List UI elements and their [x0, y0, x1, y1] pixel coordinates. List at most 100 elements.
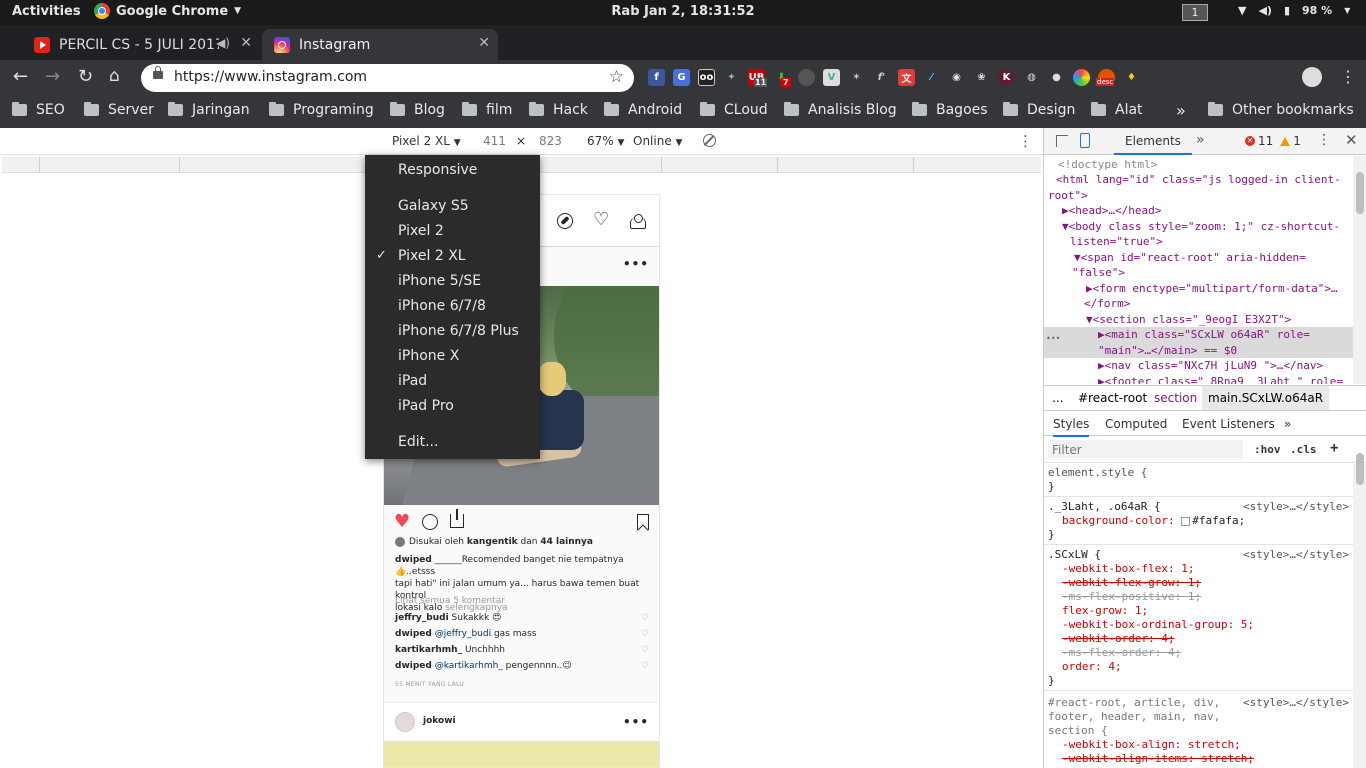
translate-red-extension-icon[interactable]: 文 [898, 69, 915, 86]
compass-icon[interactable] [557, 213, 573, 229]
profile-avatar[interactable] [1302, 67, 1322, 87]
zoom-select[interactable]: 67% ▼ [587, 134, 624, 148]
address-bar[interactable]: https://www.instagram.com ☆ [141, 64, 634, 92]
viewport-height[interactable]: 823 [539, 134, 562, 148]
styles-scrollbar[interactable] [1353, 464, 1366, 768]
bookmark-icon[interactable] [637, 514, 649, 530]
css-property[interactable]: background-color: #fafafa; [1062, 514, 1245, 528]
css-property-overridden[interactable]: -webkit-align-items: stretch; [1062, 752, 1254, 766]
profile-icon[interactable] [630, 214, 646, 229]
spiral-extension-icon[interactable]: ◉ [948, 69, 965, 86]
dom-line[interactable]: ▼<span id="react-root" aria-hidden= [1074, 250, 1306, 266]
css-selector[interactable]: ._3Laht, .o64aR { [1048, 500, 1161, 514]
style-source-link[interactable]: <style>…</style> [1243, 696, 1349, 710]
css-property[interactable]: -webkit-box-flex: 1; [1062, 562, 1194, 576]
comment-icon[interactable] [422, 514, 438, 530]
bookmarks-overflow-button[interactable]: » [1176, 101, 1186, 120]
other-bookmarks[interactable]: Other bookmarks [1208, 102, 1354, 118]
home-button[interactable]: ⌂ [109, 66, 120, 86]
more-tabs-icon[interactable]: » [1284, 417, 1291, 431]
avatar[interactable] [395, 712, 415, 732]
bookmark-folder[interactable]: film [462, 102, 512, 118]
device-select[interactable]: Pixel 2 XL ▼ [392, 134, 461, 148]
desc-extension-icon[interactable]: desc [1096, 69, 1115, 86]
more-options-icon[interactable]: ⋮ [1018, 132, 1033, 150]
post-options-icon[interactable]: ••• [623, 715, 649, 729]
bookmark-folder[interactable]: CLoud [700, 102, 768, 118]
k-extension-icon[interactable]: K [998, 69, 1015, 86]
globe-extension-icon[interactable]: ◍ [1023, 69, 1040, 86]
breadcrumb-item[interactable]: section [1154, 391, 1197, 405]
dom-line[interactable]: <html lang="id" class="js logged-in clie… [1056, 172, 1341, 188]
bookmark-folder[interactable]: Bagoes [912, 102, 988, 118]
css-selector[interactable]: .SCxLW { [1048, 548, 1101, 562]
css-selector[interactable]: #react-root, article, div, [1048, 696, 1220, 710]
bookmark-folder[interactable]: Jaringan [168, 102, 250, 118]
speaker-icon[interactable]: ◀) [216, 36, 230, 50]
device-mode-icon[interactable] [1080, 133, 1090, 148]
class-toggle[interactable]: .cls [1290, 443, 1317, 456]
css-property-overridden[interactable]: -ms-flex-order: 4; [1062, 646, 1181, 660]
dom-scrollbar-thumb[interactable] [1356, 172, 1364, 214]
translate-extension-icon[interactable]: G [673, 69, 690, 86]
throttle-select[interactable]: Online ▼ [633, 134, 682, 148]
issues-counter[interactable]: ✕ 11 1 [1245, 134, 1301, 148]
tab-elements[interactable]: Elements [1114, 128, 1192, 155]
comment-like-icon[interactable]: ♡ [641, 613, 649, 623]
bookmark-folder[interactable]: Alat [1091, 102, 1143, 118]
color-extension-icon[interactable] [1073, 69, 1090, 86]
facebook-extension-icon[interactable]: f [648, 69, 665, 86]
dom-line-selected[interactable]: "main">…</main> == $0 [1098, 343, 1237, 359]
styles-filter-input[interactable] [1048, 440, 1243, 459]
satellite-extension-icon[interactable]: ✦ [723, 69, 740, 86]
dom-line[interactable]: </form> [1084, 296, 1130, 312]
close-icon[interactable]: ✕ [1345, 131, 1358, 149]
brain-extension-icon[interactable]: ❀ [973, 69, 990, 86]
breadcrumb-item-active[interactable]: main.SCxLW.o64aR [1202, 386, 1330, 410]
dom-line[interactable]: ▶<head>…</head> [1062, 203, 1161, 219]
tab-youtube[interactable]: PERCIL CS - 5 JULI 2017 ◀) ✕ [22, 29, 260, 60]
download-extension-icon[interactable]: ⬇7 [773, 69, 791, 87]
activities-button[interactable]: Activities [12, 4, 81, 19]
styles-scrollbar-thumb[interactable] [1356, 453, 1364, 485]
chrome-menu-button[interactable]: ⋮ [1340, 67, 1356, 86]
bookmark-folder[interactable]: Hack [529, 102, 588, 118]
menu-item-device[interactable]: iPad [398, 373, 427, 389]
style-source-link[interactable]: <style>…</style> [1243, 500, 1349, 514]
css-property[interactable]: flex-grow: 1; [1062, 604, 1148, 618]
rotate-icon[interactable] [703, 134, 716, 147]
bookmark-folder[interactable]: Analisis Blog [784, 102, 897, 118]
menu-item-edit[interactable]: Edit... [398, 434, 438, 450]
hover-state-toggle[interactable]: :hov [1254, 443, 1281, 456]
color-swatch[interactable] [1181, 516, 1191, 526]
post-time[interactable]: 55 MENIT YANG LALU [395, 679, 650, 691]
tab-styles[interactable]: Styles [1053, 417, 1090, 437]
workspace-indicator[interactable]: 1 [1182, 4, 1208, 21]
inspect-element-icon[interactable] [1056, 135, 1068, 147]
menu-item-device[interactable]: iPhone X [398, 348, 459, 364]
badge-extension-icon[interactable]: UB11 [748, 69, 768, 87]
devtools-menu-icon[interactable]: ⋮ [1317, 132, 1331, 148]
eyedropper-extension-icon[interactable]: ⁄ [923, 69, 940, 86]
next-post-image[interactable] [384, 741, 659, 767]
dom-line[interactable]: ▶<nav class="NXc7H jLuN9 ">…</nav> [1098, 358, 1323, 374]
new-rule-button[interactable]: + [1330, 440, 1338, 456]
bulb-extension-icon[interactable]: ♦ [1123, 69, 1140, 86]
bookmark-folder[interactable]: Programing [269, 102, 374, 118]
bookmark-folder[interactable]: Blog [390, 102, 445, 118]
css-property[interactable]: -webkit-box-align: stretch; [1062, 738, 1241, 752]
menu-item-device[interactable]: iPhone 6/7/8 Plus [398, 323, 519, 339]
menu-item-device-selected[interactable]: Pixel 2 XL [398, 248, 466, 264]
dom-line[interactable]: ▼<section class="_9eogI E3X2T"> [1086, 312, 1291, 328]
css-property-overridden[interactable]: -ms-flex-positive: 1; [1062, 590, 1201, 604]
ellipsis-icon[interactable]: ••• [1046, 331, 1060, 347]
next-post-user[interactable]: jokowi [423, 716, 456, 726]
bookmark-folder[interactable]: Android [604, 102, 682, 118]
back-button[interactable]: ← [13, 66, 28, 87]
dom-line[interactable]: ▶<form enctype="multipart/form-data">… [1086, 281, 1338, 297]
breadcrumb-item[interactable]: #react-root [1078, 391, 1147, 405]
dom-line[interactable]: root"> [1048, 188, 1088, 204]
menu-item-device[interactable]: iPhone 5/SE [398, 273, 481, 289]
breadcrumb-item[interactable]: ... [1052, 391, 1063, 405]
formula-extension-icon[interactable]: f' [873, 69, 890, 86]
